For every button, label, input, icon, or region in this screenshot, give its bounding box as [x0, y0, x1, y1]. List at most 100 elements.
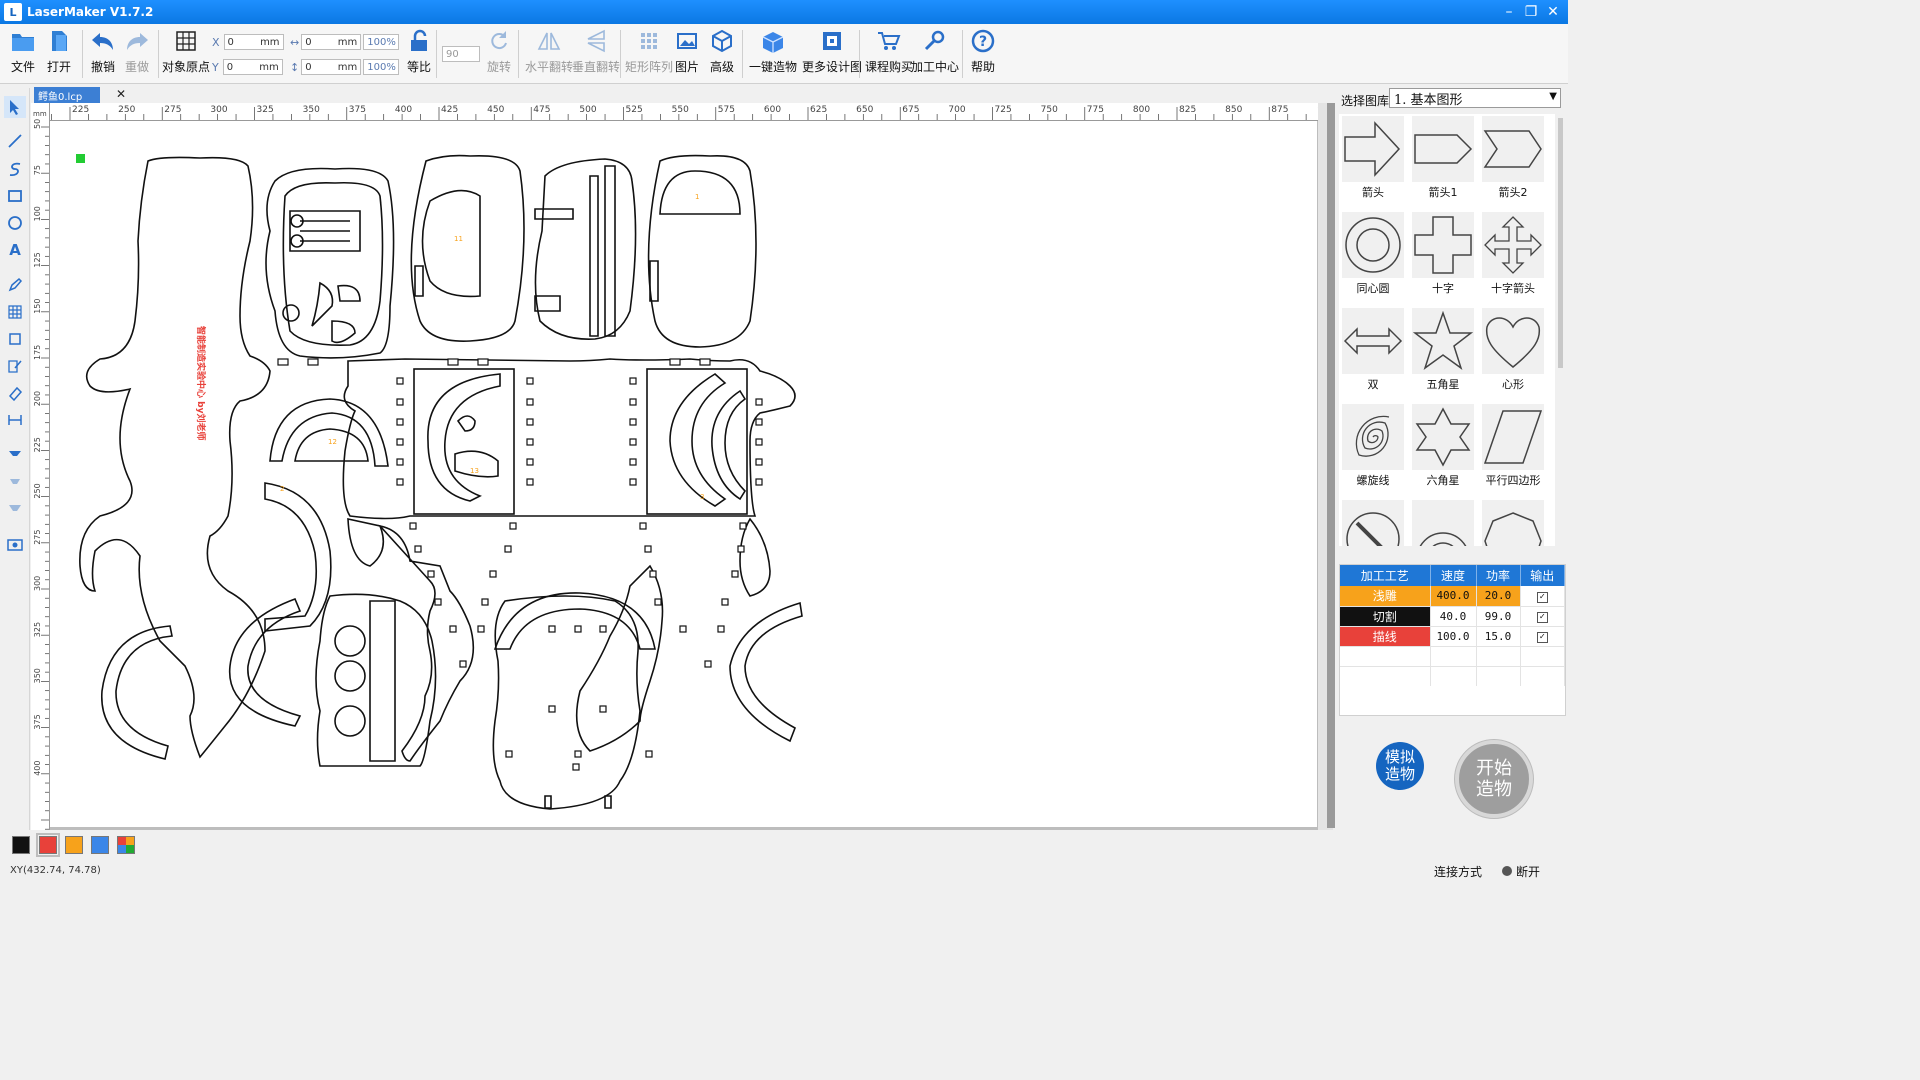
- output-checkbox[interactable]: ✓: [1536, 632, 1548, 643]
- measure-tool[interactable]: [4, 409, 26, 431]
- shape-arrow[interactable]: 箭头: [1339, 114, 1407, 209]
- process-row-engrave[interactable]: 浅雕 400.0 20.0 ✓: [1340, 586, 1565, 607]
- text-tool[interactable]: A: [4, 239, 26, 261]
- work-page[interactable]: 11 12 1 13 2 3 智能制造实验中心 by刘老师: [50, 121, 1317, 827]
- power-cell[interactable]: 20.0: [1476, 586, 1521, 607]
- output-checkbox[interactable]: ✓: [1536, 612, 1548, 623]
- frame-tool[interactable]: [4, 328, 26, 350]
- undo-button[interactable]: 撤销: [90, 28, 116, 75]
- ruler-unit: mm: [33, 110, 47, 118]
- ruler-tick-label: 550: [672, 105, 689, 115]
- shape-concentric[interactable]: 同心圆: [1339, 210, 1407, 305]
- tab-close-icon[interactable]: ✕: [116, 87, 126, 101]
- color-swatch-red[interactable]: [36, 833, 60, 857]
- shape-library-scrollbar[interactable]: [1556, 114, 1566, 546]
- shape-cross-arrow[interactable]: 十字箭头: [1479, 210, 1547, 305]
- ruler-tick-label: 300: [210, 105, 227, 115]
- design-drawing[interactable]: 11 12 1 13 2 3 智能制造实验中心 by刘老师: [50, 121, 1317, 827]
- curve-tool[interactable]: [4, 158, 26, 180]
- svg-text:13: 13: [470, 467, 479, 475]
- shape-spiral[interactable]: 螺旋线: [1339, 402, 1407, 497]
- more-designs-button[interactable]: 更多设计图: [802, 28, 862, 75]
- rectangle-tool[interactable]: [4, 185, 26, 207]
- start-button[interactable]: 开始造物: [1455, 740, 1533, 818]
- align-center-tool[interactable]: [4, 471, 26, 493]
- speed-cell[interactable]: 400.0: [1430, 586, 1477, 607]
- power-cell[interactable]: 99.0: [1476, 606, 1521, 627]
- select-tool[interactable]: [4, 96, 26, 118]
- width-input[interactable]: 0 mm: [301, 34, 362, 50]
- table-tool[interactable]: [4, 301, 26, 323]
- help-button[interactable]: ? 帮助: [970, 28, 996, 75]
- open-button[interactable]: 打开: [46, 28, 72, 75]
- shape-forbidden[interactable]: [1339, 498, 1407, 546]
- processing-center-button[interactable]: 加工中心: [911, 28, 959, 75]
- shape-cross[interactable]: 十字: [1409, 210, 1477, 305]
- process-row-cut[interactable]: 切割 40.0 99.0 ✓: [1340, 606, 1565, 627]
- ratio-lock-button[interactable]: 等比: [406, 28, 432, 75]
- pen-tool[interactable]: [4, 274, 26, 296]
- image-button[interactable]: 图片: [674, 28, 700, 75]
- shape-arrow1[interactable]: 箭头1: [1409, 114, 1477, 209]
- align-right-tool[interactable]: [4, 498, 26, 520]
- ellipse-tool[interactable]: [4, 212, 26, 234]
- shape-arc[interactable]: [1409, 498, 1477, 546]
- file-button[interactable]: 文件: [10, 28, 36, 75]
- one-click-make-button[interactable]: 一键造物: [749, 28, 797, 75]
- library-select[interactable]: 1. 基本图形 ▼: [1389, 88, 1561, 108]
- horizontal-flip-button[interactable]: 水平翻转: [525, 28, 573, 75]
- color-swatch-black[interactable]: [12, 836, 30, 854]
- color-swatch-blue[interactable]: [91, 836, 109, 854]
- ruler-tick-label: 775: [1087, 105, 1104, 115]
- rotate-input[interactable]: 90: [442, 46, 480, 62]
- process-name: 切割: [1340, 606, 1431, 627]
- rotate-button[interactable]: 旋转: [486, 28, 512, 75]
- object-origin-button[interactable]: 对象原点: [162, 28, 210, 75]
- course-purchase-button[interactable]: 课程购买: [865, 28, 913, 75]
- shape-polygon[interactable]: [1479, 498, 1547, 546]
- restore-button[interactable]: ❐: [1520, 0, 1542, 24]
- shape-six-star[interactable]: 六角星: [1409, 402, 1477, 497]
- y-input[interactable]: 0 mm: [222, 59, 283, 75]
- connection-state[interactable]: 断开: [1516, 863, 1540, 880]
- power-cell[interactable]: 15.0: [1476, 626, 1521, 647]
- simulate-button[interactable]: 模拟造物: [1376, 742, 1424, 790]
- shape-five-star[interactable]: 五角星: [1409, 306, 1477, 401]
- width-percent-input[interactable]: 100%: [363, 34, 400, 50]
- redo-button[interactable]: 重做: [124, 28, 150, 75]
- eraser-tool[interactable]: [4, 382, 26, 404]
- height-input[interactable]: 0 mm: [301, 59, 362, 75]
- process-row-line[interactable]: 描线 100.0 15.0 ✓: [1340, 626, 1565, 647]
- x-input[interactable]: 0 mm: [223, 34, 284, 50]
- camera-tool[interactable]: [4, 533, 26, 555]
- minimize-button[interactable]: –: [1498, 0, 1520, 24]
- bottom-bar: XY(432.74, 74.78) 连接方式 断开: [0, 830, 1568, 882]
- ruler-tick-label: 400: [395, 105, 412, 115]
- advanced-button[interactable]: 高级: [709, 28, 735, 75]
- color-swatch-orange[interactable]: [65, 836, 83, 854]
- vertical-flip-button[interactable]: 垂直翻转: [572, 28, 620, 75]
- output-checkbox[interactable]: ✓: [1536, 591, 1548, 603]
- cursor-icon: [10, 100, 19, 115]
- height-percent-input[interactable]: 100%: [363, 59, 400, 75]
- canvas-scroll-thumb[interactable]: [1327, 103, 1335, 828]
- speed-cell[interactable]: 100.0: [1430, 626, 1477, 647]
- text-icon: A: [9, 241, 21, 259]
- shape-heart[interactable]: 心形: [1479, 306, 1547, 401]
- rect-array-button[interactable]: 矩形阵列: [625, 28, 673, 75]
- shape-parallelogram[interactable]: 平行四边形: [1479, 402, 1547, 497]
- ruler-tick-label: 275: [164, 105, 181, 115]
- align-left-tool[interactable]: [4, 444, 26, 466]
- line-tool[interactable]: [4, 130, 26, 152]
- document-tab[interactable]: 鳄鱼0.lcp: [34, 87, 100, 103]
- one-click-make-label: 一键造物: [749, 60, 798, 74]
- speed-cell[interactable]: 40.0: [1430, 606, 1477, 627]
- shape-arrow2[interactable]: 箭头2: [1479, 114, 1547, 209]
- close-button[interactable]: ✕: [1542, 0, 1564, 24]
- color-swatch-multi[interactable]: [117, 836, 135, 854]
- shape-double-arrow[interactable]: 双: [1339, 306, 1407, 401]
- edit-tool[interactable]: [4, 355, 26, 377]
- process-name: 浅雕: [1340, 586, 1431, 607]
- canvas-area[interactable]: 11 12 1 13 2 3 智能制造实验中心 by刘老师: [50, 121, 1333, 830]
- box-icon: [762, 32, 784, 53]
